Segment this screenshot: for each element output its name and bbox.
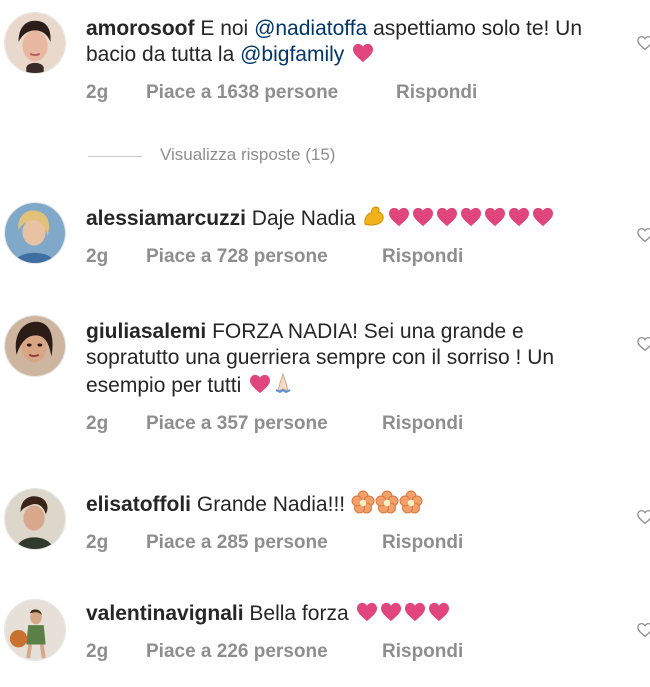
pink-heart-emoji [484, 207, 506, 227]
blossom-emoji [399, 490, 423, 514]
avatar[interactable] [4, 202, 66, 264]
comment-time: 2g [86, 82, 109, 103]
pink-heart-emoji [356, 602, 378, 622]
comment-time: 2g [86, 532, 109, 553]
flexed-biceps-emoji [363, 206, 384, 226]
likes-count[interactable]: Piace a 226 persone [146, 641, 328, 663]
comment-username[interactable]: amorosoof [86, 17, 195, 40]
avatar[interactable] [4, 488, 66, 550]
comment-text-segment: E noi [200, 17, 255, 40]
comment-meta: 2g Piace a 357 persone Rispondi [86, 413, 616, 437]
avatar[interactable] [4, 315, 66, 377]
reply-button[interactable]: Rispondi [382, 413, 463, 435]
mention-link[interactable]: @nadiatoffa [254, 17, 367, 40]
comment-time: 2g [86, 246, 109, 267]
pink-heart-emoji [436, 207, 458, 227]
pink-heart-emoji [428, 602, 450, 622]
comment-username[interactable]: alessiamarcuzzi [86, 207, 246, 230]
likes-count[interactable]: Piace a 1638 persone [146, 82, 338, 104]
comment-meta: 2g Piace a 1638 persone Rispondi [86, 82, 616, 106]
pink-heart-emoji [508, 207, 530, 227]
mention-link[interactable]: @bigfamily [240, 43, 344, 66]
comment-text-content: Grande Nadia!!! [196, 493, 346, 516]
comment-text: alessiamarcuzzi Daje Nadia [86, 204, 616, 232]
comment-text: elisatoffoli Grande Nadia!!! [86, 490, 616, 518]
reply-button[interactable]: Rispondi [382, 641, 463, 663]
heart-outline-icon[interactable] [636, 621, 650, 639]
view-replies-label[interactable]: Visualizza risposte (15) [160, 145, 335, 165]
heart-outline-icon[interactable] [636, 508, 650, 526]
comment-meta: 2g Piace a 226 persone Rispondi [86, 641, 616, 665]
folded-hands-emoji [275, 372, 291, 394]
blossom-emoji [375, 490, 399, 514]
heart-outline-icon[interactable] [636, 335, 650, 353]
comment-text: amorosoof E noi @nadiatoffa aspettiamo s… [86, 16, 616, 68]
comment-time: 2g [86, 641, 109, 662]
comment-text-content: Daje Nadia [251, 207, 356, 230]
comment-body: valentinavignali Bella forza 2g Piace a … [86, 601, 616, 665]
comment-meta: 2g Piace a 728 persone Rispondi [86, 246, 616, 270]
likes-count[interactable]: Piace a 728 persone [146, 246, 328, 268]
comment-username[interactable]: elisatoffoli [86, 493, 191, 516]
comment-text: giuliasalemi FORZA NADIA! Sei una grande… [86, 319, 616, 399]
comment-meta: 2g Piace a 285 persone Rispondi [86, 532, 616, 556]
pink-heart-emoji [412, 207, 434, 227]
reply-button[interactable]: Rispondi [382, 532, 463, 554]
heart-outline-icon[interactable] [636, 34, 650, 52]
avatar[interactable] [4, 599, 66, 661]
comment-time: 2g [86, 413, 109, 434]
pink-heart-emoji [532, 207, 554, 227]
comment-username[interactable]: valentinavignali [86, 602, 244, 625]
pink-heart-emoji [460, 207, 482, 227]
comment-username[interactable]: giuliasalemi [86, 320, 206, 343]
likes-count[interactable]: Piace a 357 persone [146, 413, 328, 435]
comment-text-content: Bella forza [249, 602, 349, 625]
comment-text: valentinavignali Bella forza [86, 601, 616, 627]
pink-heart-emoji [249, 374, 271, 394]
pink-heart-emoji [388, 207, 410, 227]
pink-heart-emoji [404, 602, 426, 622]
pink-heart-emoji [352, 43, 374, 63]
reply-button[interactable]: Rispondi [396, 82, 477, 104]
likes-count[interactable]: Piace a 285 persone [146, 532, 328, 554]
replies-divider [88, 156, 142, 157]
comment-body: elisatoffoli Grande Nadia!!! 2g Piace a … [86, 490, 616, 556]
comment-body: alessiamarcuzzi Daje Nadia 2g Piace a 72… [86, 204, 616, 270]
avatar[interactable] [4, 12, 66, 74]
heart-outline-icon[interactable] [636, 226, 650, 244]
comment-body: amorosoof E noi @nadiatoffa aspettiamo s… [86, 16, 616, 106]
comment-body: giuliasalemi FORZA NADIA! Sei una grande… [86, 319, 616, 437]
reply-button[interactable]: Rispondi [382, 246, 463, 268]
blossom-emoji [351, 490, 375, 514]
pink-heart-emoji [380, 602, 402, 622]
